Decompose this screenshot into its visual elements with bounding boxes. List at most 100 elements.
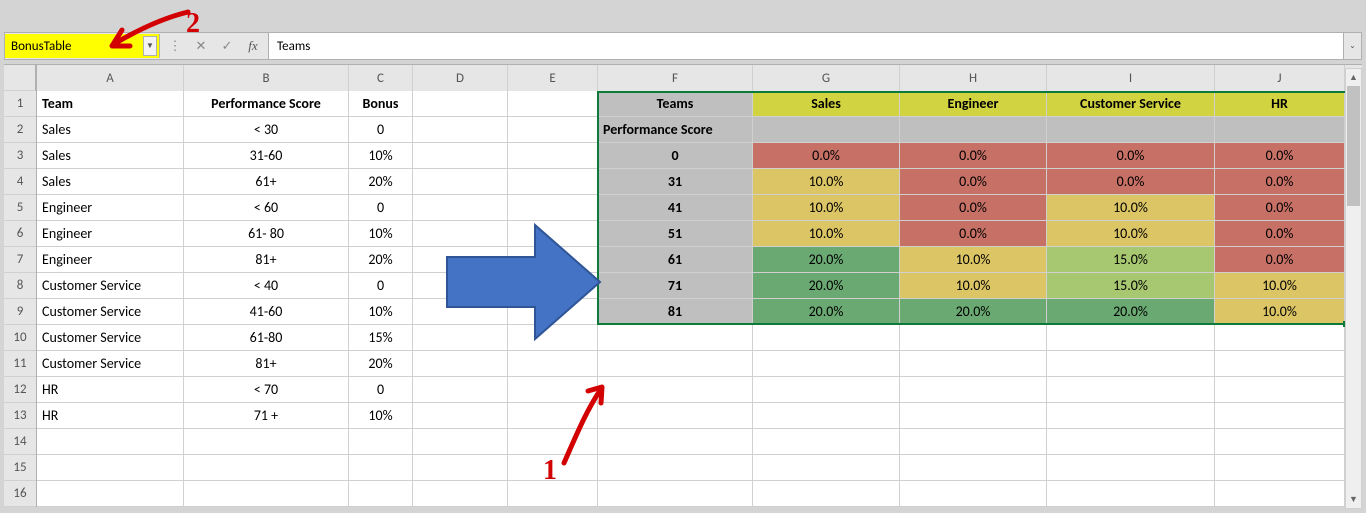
- cell[interactable]: [413, 247, 508, 273]
- cell[interactable]: [753, 377, 900, 403]
- cell[interactable]: [508, 299, 598, 325]
- cell[interactable]: [508, 117, 598, 143]
- cell[interactable]: [413, 377, 508, 403]
- cell[interactable]: 61+: [184, 169, 349, 195]
- cell[interactable]: 10.0%: [753, 169, 900, 195]
- cell[interactable]: [413, 273, 508, 299]
- cell[interactable]: 10%: [349, 143, 413, 169]
- cell[interactable]: 31-60: [184, 143, 349, 169]
- cell[interactable]: 10.0%: [1215, 299, 1345, 325]
- cell[interactable]: 20%: [349, 351, 413, 377]
- cell[interactable]: 0.0%: [900, 169, 1047, 195]
- cell[interactable]: 10.0%: [1215, 273, 1345, 299]
- cell[interactable]: [413, 299, 508, 325]
- row-header[interactable]: 2: [4, 117, 36, 143]
- cell[interactable]: 0.0%: [1215, 169, 1345, 195]
- cell[interactable]: 10.0%: [753, 195, 900, 221]
- col-header[interactable]: D: [413, 65, 508, 91]
- cell[interactable]: 20.0%: [753, 299, 900, 325]
- cell[interactable]: Sales: [37, 169, 184, 195]
- row-header[interactable]: 13: [4, 403, 36, 429]
- cell[interactable]: < 40: [184, 273, 349, 299]
- cell[interactable]: < 30: [184, 117, 349, 143]
- scroll-down-icon[interactable]: ▼: [1346, 491, 1361, 508]
- cell[interactable]: 10.0%: [900, 247, 1047, 273]
- cell[interactable]: 0.0%: [1047, 143, 1215, 169]
- cell[interactable]: [753, 351, 900, 377]
- cell[interactable]: 10%: [349, 221, 413, 247]
- cell[interactable]: [184, 429, 349, 455]
- cell[interactable]: Engineer: [900, 91, 1047, 117]
- cell[interactable]: Engineer: [37, 247, 184, 273]
- cell[interactable]: [1215, 377, 1345, 403]
- cell[interactable]: 41: [598, 195, 753, 221]
- cell[interactable]: [413, 169, 508, 195]
- cell[interactable]: < 70: [184, 377, 349, 403]
- cell[interactable]: [598, 481, 753, 507]
- cell[interactable]: [413, 429, 508, 455]
- cell[interactable]: [413, 455, 508, 481]
- cell[interactable]: 10.0%: [753, 221, 900, 247]
- cell[interactable]: < 60: [184, 195, 349, 221]
- row-header[interactable]: 16: [4, 481, 36, 507]
- cell[interactable]: 20.0%: [753, 247, 900, 273]
- cell[interactable]: [37, 429, 184, 455]
- cell[interactable]: 15.0%: [1047, 273, 1215, 299]
- cell[interactable]: Customer Service: [37, 273, 184, 299]
- cell[interactable]: [753, 455, 900, 481]
- cell[interactable]: [413, 221, 508, 247]
- row-header[interactable]: 5: [4, 195, 36, 221]
- cell[interactable]: [900, 351, 1047, 377]
- cell[interactable]: [1047, 429, 1215, 455]
- cell[interactable]: [753, 403, 900, 429]
- cell[interactable]: [413, 195, 508, 221]
- cell[interactable]: Sales: [753, 91, 900, 117]
- cell[interactable]: [1215, 429, 1345, 455]
- cell[interactable]: Customer Service: [37, 351, 184, 377]
- cell[interactable]: Sales: [37, 117, 184, 143]
- cell[interactable]: [753, 117, 900, 143]
- cell[interactable]: 20%: [349, 169, 413, 195]
- cell[interactable]: [1215, 351, 1345, 377]
- cell[interactable]: [508, 195, 598, 221]
- cell[interactable]: 0: [349, 273, 413, 299]
- cell[interactable]: 0: [349, 117, 413, 143]
- cell[interactable]: [1215, 117, 1345, 143]
- cell[interactable]: 20%: [349, 247, 413, 273]
- cell[interactable]: [598, 429, 753, 455]
- fx-icon[interactable]: fx: [244, 38, 262, 54]
- col-header[interactable]: B: [184, 65, 349, 91]
- cell[interactable]: [508, 377, 598, 403]
- cell[interactable]: [413, 351, 508, 377]
- row-header[interactable]: 15: [4, 455, 36, 481]
- scroll-up-icon[interactable]: ▲: [1346, 69, 1361, 86]
- cell[interactable]: 10.0%: [1047, 221, 1215, 247]
- name-box-dropdown[interactable]: ▼: [143, 36, 157, 56]
- cell[interactable]: [753, 325, 900, 351]
- row-header[interactable]: 7: [4, 247, 36, 273]
- cell[interactable]: [413, 143, 508, 169]
- cell[interactable]: 0: [349, 377, 413, 403]
- cell[interactable]: [1047, 403, 1215, 429]
- cell[interactable]: [413, 481, 508, 507]
- row-header[interactable]: 14: [4, 429, 36, 455]
- cell[interactable]: Customer Service: [37, 299, 184, 325]
- cell[interactable]: [413, 325, 508, 351]
- row-header[interactable]: 10: [4, 325, 36, 351]
- enter-icon[interactable]: ✓: [218, 39, 236, 54]
- cell[interactable]: [508, 403, 598, 429]
- cell[interactable]: 41-60: [184, 299, 349, 325]
- cell[interactable]: Customer Service: [37, 325, 184, 351]
- cell[interactable]: [413, 117, 508, 143]
- cell[interactable]: [508, 273, 598, 299]
- cell[interactable]: 10.0%: [900, 273, 1047, 299]
- cell[interactable]: 10.0%: [1047, 195, 1215, 221]
- cell[interactable]: 10%: [349, 403, 413, 429]
- row-header[interactable]: 12: [4, 377, 36, 403]
- cell[interactable]: 10%: [349, 299, 413, 325]
- cell[interactable]: 0.0%: [900, 195, 1047, 221]
- cell[interactable]: [753, 429, 900, 455]
- cell[interactable]: 81+: [184, 351, 349, 377]
- cell[interactable]: [900, 325, 1047, 351]
- cell[interactable]: 20.0%: [753, 273, 900, 299]
